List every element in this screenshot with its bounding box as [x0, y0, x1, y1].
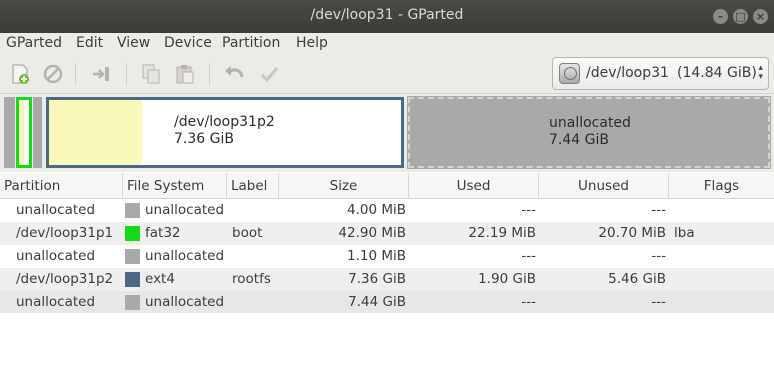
- cell-unused: ---: [651, 294, 666, 310]
- col-used[interactable]: Used: [409, 173, 539, 199]
- cell-size: 7.44 GiB: [348, 294, 406, 310]
- partition-table-header: Partition File System Label Size Used Un…: [0, 173, 774, 199]
- cell-used: ---: [521, 294, 536, 310]
- toolbar: /dev/loop31 (14.84 GiB) ▴ ▾: [0, 55, 774, 94]
- table-row[interactable]: /dev/loop31p2 ext4 rootfs 7.36 GiB 1.90 …: [0, 268, 774, 291]
- fs-color-swatch: [125, 272, 140, 287]
- minimize-icon[interactable]: –: [713, 9, 728, 24]
- paste-icon[interactable]: [174, 63, 196, 85]
- cell-partition: /dev/loop31p1: [16, 225, 114, 241]
- cell-unused: 5.46 GiB: [608, 271, 666, 287]
- undo-icon[interactable]: [223, 63, 245, 85]
- cell-file-system: unallocated: [145, 294, 225, 310]
- fs-color-swatch: [125, 249, 140, 264]
- menu-bar: GParted Edit View Device Partition Help: [0, 33, 774, 55]
- fs-color-swatch: [125, 226, 140, 241]
- map-unallocated-mid[interactable]: [33, 97, 42, 168]
- device-size: (14.84 GiB): [677, 65, 757, 81]
- menu-partition[interactable]: Partition: [222, 35, 280, 51]
- cell-size: 4.00 MiB: [346, 202, 406, 218]
- map-p2-name: /dev/loop31p2: [174, 114, 275, 130]
- cell-label: rootfs: [232, 271, 271, 287]
- toolbar-separator: [209, 63, 210, 85]
- cell-used: ---: [521, 248, 536, 264]
- maximize-icon[interactable]: □: [733, 9, 748, 24]
- window-title: /dev/loop31 - GParted: [310, 7, 464, 23]
- menu-view[interactable]: View: [117, 35, 150, 51]
- cell-file-system: unallocated: [145, 202, 225, 218]
- cell-size: 42.90 MiB: [338, 225, 406, 241]
- menu-edit[interactable]: Edit: [76, 35, 103, 51]
- chevron-up-down-icon: ▴ ▾: [758, 63, 763, 82]
- menu-help[interactable]: Help: [296, 35, 328, 51]
- device-selector[interactable]: /dev/loop31 (14.84 GiB) ▴ ▾: [552, 57, 769, 90]
- map-p1-used-fill: [19, 100, 24, 165]
- col-flags[interactable]: Flags: [669, 173, 774, 199]
- col-partition[interactable]: Partition: [0, 173, 123, 199]
- table-row[interactable]: unallocated unallocated 7.44 GiB --- ---: [0, 291, 774, 314]
- map-partition-p2[interactable]: /dev/loop31p2 7.36 GiB: [46, 97, 404, 168]
- cell-used: 1.90 GiB: [478, 271, 536, 287]
- map-unalloc-name: unallocated: [549, 115, 631, 131]
- disk-drive-icon: [559, 63, 580, 84]
- fs-color-swatch: [125, 295, 140, 310]
- delete-partition-icon[interactable]: [42, 63, 64, 85]
- cell-size: 1.10 MiB: [346, 248, 406, 264]
- menu-gparted[interactable]: GParted: [6, 35, 62, 51]
- cell-partition: unallocated: [16, 248, 96, 264]
- cell-partition: unallocated: [16, 202, 96, 218]
- map-p2-size: 7.36 GiB: [174, 131, 234, 147]
- cell-file-system: unallocated: [145, 248, 225, 264]
- title-bar: /dev/loop31 - GParted – □ ×: [0, 0, 774, 33]
- toolbar-separator: [75, 63, 76, 85]
- col-unused[interactable]: Unused: [539, 173, 669, 199]
- table-empty-area: [0, 313, 774, 381]
- cell-flags: lba: [674, 225, 695, 241]
- menu-device[interactable]: Device: [164, 35, 212, 51]
- map-partition-p1[interactable]: [16, 97, 32, 168]
- cell-unused: ---: [651, 248, 666, 264]
- cell-unused: 20.70 MiB: [598, 225, 666, 241]
- col-file-system[interactable]: File System: [123, 173, 227, 199]
- cell-label: boot: [232, 225, 263, 241]
- cell-unused: ---: [651, 202, 666, 218]
- cell-file-system: fat32: [145, 225, 181, 241]
- table-row[interactable]: /dev/loop31p1 fat32 boot 42.90 MiB 22.19…: [0, 222, 774, 245]
- cell-partition: unallocated: [16, 294, 96, 310]
- cell-partition: /dev/loop31p2: [16, 271, 114, 287]
- toolbar-separator: [126, 63, 127, 85]
- map-unallocated-start[interactable]: [4, 97, 15, 168]
- device-path: /dev/loop31: [586, 65, 669, 81]
- map-p2-used-fill: [49, 100, 142, 165]
- table-row[interactable]: unallocated unallocated 1.10 MiB --- ---: [0, 245, 774, 268]
- cell-size: 7.36 GiB: [348, 271, 406, 287]
- cell-used: 22.19 MiB: [468, 225, 536, 241]
- resize-move-icon[interactable]: [90, 63, 112, 85]
- map-unallocated-end[interactable]: unallocated 7.44 GiB: [407, 96, 771, 169]
- new-partition-icon[interactable]: [9, 63, 31, 85]
- col-label[interactable]: Label: [227, 173, 279, 199]
- apply-icon[interactable]: [258, 63, 280, 85]
- copy-icon[interactable]: [140, 63, 162, 85]
- cell-used: ---: [521, 202, 536, 218]
- fs-color-swatch: [125, 203, 140, 218]
- table-row[interactable]: unallocated unallocated 4.00 MiB --- ---: [0, 199, 774, 222]
- col-size[interactable]: Size: [279, 173, 409, 199]
- map-unalloc-size: 7.44 GiB: [549, 132, 609, 148]
- close-icon[interactable]: ×: [753, 9, 768, 24]
- cell-file-system: ext4: [145, 271, 175, 287]
- partition-map: /dev/loop31p2 7.36 GiB unallocated 7.44 …: [0, 94, 774, 172]
